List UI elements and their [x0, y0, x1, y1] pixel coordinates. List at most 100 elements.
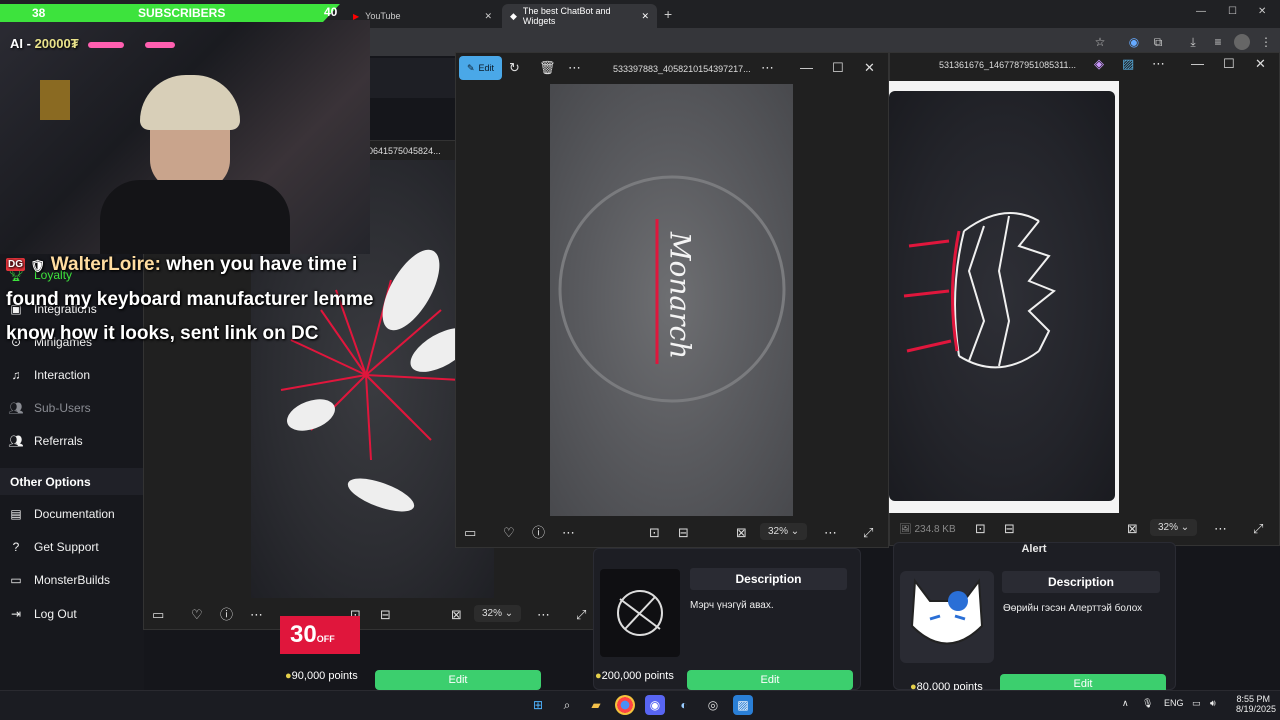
- card-header-alert: Alert: [1021, 543, 1047, 555]
- help-icon: ?: [12, 540, 20, 554]
- maximize-button[interactable]: ☐: [1228, 6, 1237, 17]
- edit-button[interactable]: Edit: [375, 670, 541, 690]
- shield-icon: 🛡︎: [30, 259, 46, 274]
- more-icon[interactable]: ⋯: [761, 59, 774, 77]
- minimize-button[interactable]: —: [1196, 6, 1206, 17]
- more-icon[interactable]: ⋯: [537, 606, 550, 624]
- heart-icon[interactable]: ♡: [191, 606, 203, 624]
- delete-icon[interactable]: 🗑︎: [539, 59, 556, 77]
- sidebar-item-label: Sub-Users: [34, 401, 91, 415]
- sidebar-item-label: MonsterBuilds: [34, 573, 111, 587]
- fit-icon[interactable]: ⊡: [649, 524, 660, 542]
- copilot-icon[interactable]: ◈: [1094, 55, 1104, 73]
- close-button[interactable]: ✕: [864, 59, 875, 77]
- subscriber-goal-bar: 38 SUBSCRIBERS: [0, 4, 340, 22]
- laptop-icon: ▭: [10, 573, 22, 587]
- close-button[interactable]: ✕: [1255, 55, 1266, 73]
- start-icon[interactable]: ⊞: [528, 695, 548, 715]
- sidebar-item-label: Get Support: [34, 540, 99, 554]
- viewer-main-filename: 533397883_4058210154397217...: [613, 64, 751, 74]
- heart-icon[interactable]: ♡: [503, 524, 515, 542]
- ai-points-value: 20000₮: [34, 36, 79, 51]
- sidebar-item-interaction[interactable]: ♫ Interaction: [8, 362, 91, 388]
- site-icon: ◆: [510, 10, 517, 21]
- chrome-icon[interactable]: [615, 695, 635, 715]
- actual-size-icon[interactable]: ⊟: [380, 606, 391, 624]
- pencil-icon: ✎: [466, 62, 475, 73]
- more-icon[interactable]: ⋯: [250, 606, 263, 624]
- discount-badge: 30OFF: [280, 616, 360, 654]
- download-icon[interactable]: ⤓: [1185, 34, 1201, 50]
- extension-icon[interactable]: ◉: [1126, 34, 1142, 50]
- music-icon: ♫: [11, 368, 21, 382]
- discord-icon[interactable]: ◉: [645, 695, 665, 715]
- zoom-dropdown[interactable]: 32% ⌄: [474, 605, 522, 622]
- discount-badge-suffix: OFF: [316, 634, 335, 644]
- zoom-dropdown[interactable]: 32% ⌄: [1150, 519, 1198, 536]
- edit-label: Edit: [478, 63, 495, 73]
- zoom-value: 32%: [768, 526, 789, 537]
- zoom-value: 32%: [482, 608, 503, 619]
- more-icon[interactable]: ⋯: [1152, 55, 1165, 73]
- fit-icon[interactable]: ⊡: [975, 520, 986, 538]
- more-icon[interactable]: ⋯: [568, 59, 581, 77]
- tab-chatbot[interactable]: ◆ The best ChatBot and Widgets ✕: [502, 4, 657, 28]
- gallery-icon[interactable]: ▭: [464, 524, 476, 542]
- photos-icon[interactable]: ▨: [733, 695, 753, 715]
- other-options-heading: Other Options: [10, 475, 91, 489]
- fullscreen-icon[interactable]: ⤢: [576, 606, 586, 624]
- info-icon[interactable]: ⓘ: [220, 606, 233, 624]
- zoom-icon[interactable]: ⊠: [736, 524, 747, 542]
- fullscreen-icon[interactable]: ⤢: [1253, 520, 1263, 538]
- zoom-icon[interactable]: ⊠: [1127, 520, 1138, 538]
- sidebar-item-label: Interaction: [34, 368, 91, 382]
- more-icon[interactable]: ⋯: [824, 524, 837, 542]
- media-icon[interactable]: ≡: [1210, 34, 1226, 50]
- bookmark-star-icon[interactable]: ☆: [1092, 34, 1108, 50]
- maximize-button[interactable]: ☐: [1223, 55, 1235, 73]
- obs-icon[interactable]: ◎: [703, 695, 723, 715]
- minimize-button[interactable]: —: [800, 59, 813, 77]
- actual-size-icon[interactable]: ⊟: [1004, 520, 1015, 538]
- zoom-dropdown[interactable]: 32% ⌄: [760, 523, 808, 540]
- new-tab-button[interactable]: +: [664, 6, 672, 22]
- gallery-icon[interactable]: ▭: [152, 606, 164, 624]
- close-window-button[interactable]: ✕: [1258, 6, 1266, 17]
- edit-button[interactable]: Edit: [687, 670, 853, 690]
- folder-icon[interactable]: ▰: [586, 695, 606, 715]
- paint-icon[interactable]: ▨: [1122, 55, 1134, 73]
- sidebar-item-monsterbuilds[interactable]: ▭ MonsterBuilds: [8, 567, 110, 593]
- search-icon[interactable]: ⌕: [557, 695, 577, 715]
- sidebar-item-referrals[interactable]: 👥︎ Referrals: [8, 428, 82, 454]
- sidebar-item-sub-users[interactable]: 👥︎ Sub-Users: [8, 395, 91, 421]
- actual-size-icon[interactable]: ⊟: [678, 524, 689, 542]
- network-icon[interactable]: ▭: [1192, 698, 1201, 709]
- card-title: Description: [690, 568, 847, 590]
- more-icon[interactable]: ⋯: [1214, 520, 1227, 538]
- more-icon[interactable]: ⋯: [562, 524, 575, 542]
- zoom-icon[interactable]: ⊠: [451, 606, 462, 624]
- language-indicator[interactable]: ENG: [1164, 698, 1184, 708]
- tray-chevron-icon[interactable]: ∧: [1122, 698, 1129, 709]
- fullscreen-icon[interactable]: ⤢: [863, 524, 873, 542]
- clock[interactable]: 8:55 PM 8/19/2025: [1236, 694, 1277, 714]
- maximize-button[interactable]: ☐: [832, 59, 844, 77]
- info-icon[interactable]: ⓘ: [532, 524, 545, 542]
- puzzle-icon[interactable]: ⧉: [1150, 34, 1166, 50]
- sidebar-item-label: Log Out: [34, 607, 77, 621]
- steam-icon[interactable]: ◐: [674, 695, 694, 715]
- rotate-icon[interactable]: ↻: [509, 59, 520, 77]
- menu-icon[interactable]: ⋮: [1258, 34, 1274, 50]
- edit-image-button[interactable]: ✎ Edit: [459, 56, 502, 80]
- sidebar-item-documentation[interactable]: ▤ Documentation: [8, 501, 114, 527]
- avatar[interactable]: [1234, 34, 1250, 50]
- minimize-button[interactable]: —: [1191, 55, 1204, 73]
- volume-icon[interactable]: 🔊︎: [1210, 698, 1216, 709]
- taskbar: [0, 690, 1280, 720]
- microphone-icon[interactable]: 🎙︎: [1142, 698, 1153, 709]
- sidebar-item-log-out[interactable]: ⇥ Log Out: [8, 601, 77, 627]
- close-icon[interactable]: ✕: [641, 11, 649, 22]
- close-icon[interactable]: ✕: [484, 11, 492, 22]
- sidebar-item-get-support[interactable]: ? Get Support: [8, 534, 99, 560]
- clock-date: 8/19/2025: [1236, 704, 1277, 714]
